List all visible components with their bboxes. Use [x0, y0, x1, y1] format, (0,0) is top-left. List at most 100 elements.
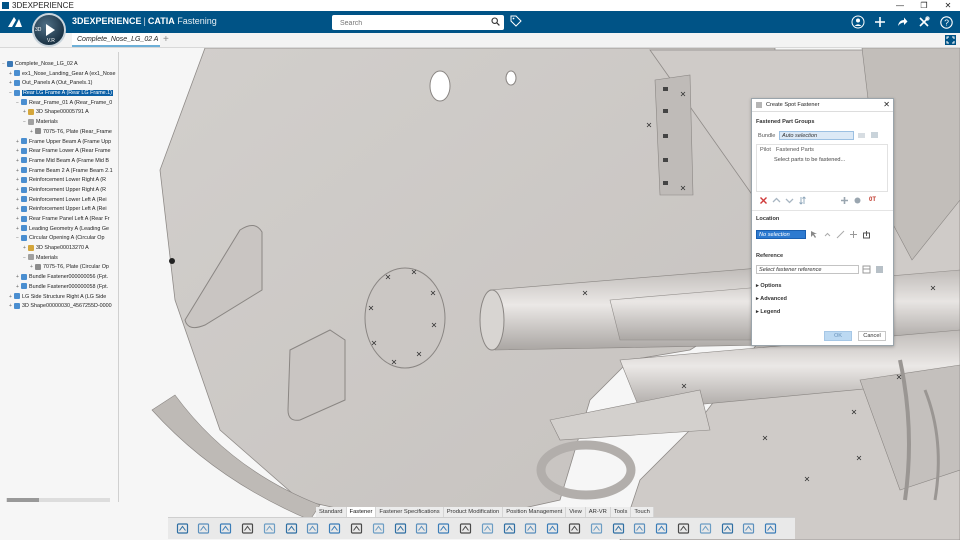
- close-button[interactable]: ✕: [936, 0, 960, 11]
- view-icon[interactable]: [675, 520, 691, 536]
- tree-horizontal-scrollbar[interactable]: [6, 498, 110, 502]
- tree-item[interactable]: + Reinforcement Lower Left A (Rei: [2, 196, 120, 206]
- add-tab-button[interactable]: +: [163, 33, 169, 46]
- tree-item[interactable]: + Rear Frame Panel Left A (Rear Fr: [2, 215, 120, 225]
- assembly-icon[interactable]: [545, 520, 561, 536]
- tree-item[interactable]: − Materials: [2, 118, 120, 128]
- book-icon[interactable]: [283, 520, 299, 536]
- share-icon[interactable]: [894, 14, 910, 30]
- minimize-button[interactable]: —: [888, 0, 912, 11]
- ok-button[interactable]: OK: [824, 331, 852, 341]
- section-tab[interactable]: Touch: [631, 507, 654, 517]
- scrollbar-thumb[interactable]: [7, 498, 39, 502]
- fastened-parts-table[interactable]: Pilot Fastened Parts Select parts to be …: [756, 144, 888, 192]
- grid-icon[interactable]: [697, 520, 713, 536]
- tree-item[interactable]: + Leading Geometry A (Leading Ge: [2, 225, 120, 235]
- bundle-edit-icon[interactable]: [857, 131, 866, 140]
- add-icon[interactable]: [872, 14, 888, 30]
- reference-catalog-icon[interactable]: [875, 265, 884, 274]
- section-tab[interactable]: Position Management: [503, 507, 567, 517]
- tree-item[interactable]: + Reinforcement Upper Right A (R: [2, 186, 120, 196]
- section-tab[interactable]: Fastener: [346, 507, 377, 517]
- bundle-create-icon[interactable]: [870, 131, 879, 140]
- location-up-icon[interactable]: [823, 230, 832, 239]
- restore-button[interactable]: ❐: [912, 0, 936, 11]
- search-box[interactable]: [332, 15, 504, 31]
- tree-item[interactable]: +3D Shape00005791 A: [2, 108, 120, 118]
- tree-item[interactable]: + Bundle Fastener000000058 (Fpt.: [2, 283, 120, 293]
- add-part-icon[interactable]: [840, 196, 849, 205]
- table-icon[interactable]: [654, 520, 670, 536]
- move-up-icon[interactable]: [772, 196, 781, 205]
- tab-complete-nose[interactable]: Complete_Nose_LG_02 A: [72, 33, 160, 47]
- dot-icon[interactable]: [588, 520, 604, 536]
- compass-widget[interactable]: 3D V.R: [32, 13, 66, 47]
- section-tab[interactable]: Fastener Specifications: [376, 507, 444, 517]
- move-down-icon[interactable]: [785, 196, 794, 205]
- compass-play-icon[interactable]: [46, 24, 55, 36]
- section-tab[interactable]: Tools: [610, 507, 632, 517]
- dialog-close-icon[interactable]: ✕: [883, 100, 890, 109]
- tree-item[interactable]: + Out_Panels A (Out_Panels.1): [2, 79, 120, 89]
- tree-item[interactable]: − Rear LG Frame A (Rear LG Frame.1): [2, 89, 120, 99]
- location-export-icon[interactable]: [862, 230, 871, 239]
- tree-item[interactable]: + Reinforcement Upper Left A (Rei: [2, 205, 120, 215]
- tree-item[interactable]: +7075-T6, Plate (Rear_Frame: [2, 128, 120, 138]
- tree-item[interactable]: − Rear_Frame_01 A (Rear_Frame_0: [2, 99, 120, 109]
- tree-item[interactable]: + Frame Mid Beam A (Frame Mid B: [2, 157, 120, 167]
- search-input[interactable]: [338, 16, 492, 31]
- part-settings-icon[interactable]: [853, 196, 862, 205]
- tree-item[interactable]: + Bundle Fastener000000056 (Fpt.: [2, 273, 120, 283]
- tree-item[interactable]: +3D Shape00013270 A: [2, 244, 120, 254]
- tag-icon[interactable]: [510, 15, 522, 30]
- spot-fastener-icon[interactable]: [392, 520, 408, 536]
- options-section[interactable]: ▸ Options: [756, 283, 782, 289]
- tree-item[interactable]: + Frame Upper Beam A (Frame Upp: [2, 138, 120, 148]
- paste-icon[interactable]: [218, 520, 234, 536]
- help-icon[interactable]: ?: [938, 14, 954, 30]
- tree-item[interactable]: − Circular Opening A (Circular Op: [2, 234, 120, 244]
- location-pick-icon[interactable]: [810, 230, 819, 239]
- section-tab[interactable]: View: [566, 507, 586, 517]
- tree-item[interactable]: + Frame Beam 2 A (Frame Beam 2.1: [2, 167, 120, 177]
- part-icon[interactable]: [348, 520, 364, 536]
- section-tab[interactable]: Product Modification: [443, 507, 504, 517]
- fastener-icon[interactable]: [414, 520, 430, 536]
- clamp-icon[interactable]: [632, 520, 648, 536]
- location-field[interactable]: No selection: [756, 230, 806, 239]
- search-icon[interactable]: [491, 17, 500, 29]
- pen-icon[interactable]: [370, 520, 386, 536]
- spec-tree[interactable]: − Complete_Nose_LG_02 A + ex1_Nose_Landing_…: [2, 60, 120, 312]
- tools-icon[interactable]: [916, 14, 932, 30]
- rivet-icon[interactable]: [523, 520, 539, 536]
- zoom-icon[interactable]: [261, 520, 277, 536]
- bundle-icon[interactable]: [436, 520, 452, 536]
- pin-icon[interactable]: [610, 520, 626, 536]
- dialog-header[interactable]: Create Spot Fastener ✕: [752, 99, 893, 112]
- remove-icon[interactable]: [759, 196, 768, 205]
- robot-icon[interactable]: [479, 520, 495, 536]
- section-tab[interactable]: AR-VR: [585, 507, 611, 517]
- flange-icon[interactable]: [457, 520, 473, 536]
- reference-table-icon[interactable]: [862, 265, 871, 274]
- reference-field[interactable]: Select fastener reference: [756, 265, 859, 274]
- tools-icon[interactable]: [763, 520, 779, 536]
- tree-item[interactable]: + LG Side Structure Right A (LG Side: [2, 293, 120, 303]
- filter-icon[interactable]: [719, 520, 735, 536]
- legend-section[interactable]: ▸ Legend: [756, 309, 780, 315]
- tree-item[interactable]: +3D Shape00000030_4567255D-0000: [2, 302, 120, 312]
- tree-item[interactable]: + Rear Frame Lower A (Rear Frame: [2, 147, 120, 157]
- tree-item[interactable]: − Complete_Nose_LG_02 A: [2, 60, 120, 70]
- location-branch-icon[interactable]: [849, 230, 858, 239]
- undo-icon[interactable]: [239, 520, 255, 536]
- cancel-button[interactable]: Cancel: [858, 331, 886, 341]
- copy-icon[interactable]: [196, 520, 212, 536]
- ds-logo-icon[interactable]: [6, 14, 24, 30]
- settings-icon[interactable]: [741, 520, 757, 536]
- bundle-field[interactable]: Auto selection: [779, 131, 854, 140]
- tree-item[interactable]: + Reinforcement Lower Right A (R: [2, 176, 120, 186]
- cut-icon[interactable]: [174, 520, 190, 536]
- swap-icon[interactable]: [798, 196, 807, 205]
- joint-icon[interactable]: [501, 520, 517, 536]
- section-tab[interactable]: Standard: [316, 507, 347, 517]
